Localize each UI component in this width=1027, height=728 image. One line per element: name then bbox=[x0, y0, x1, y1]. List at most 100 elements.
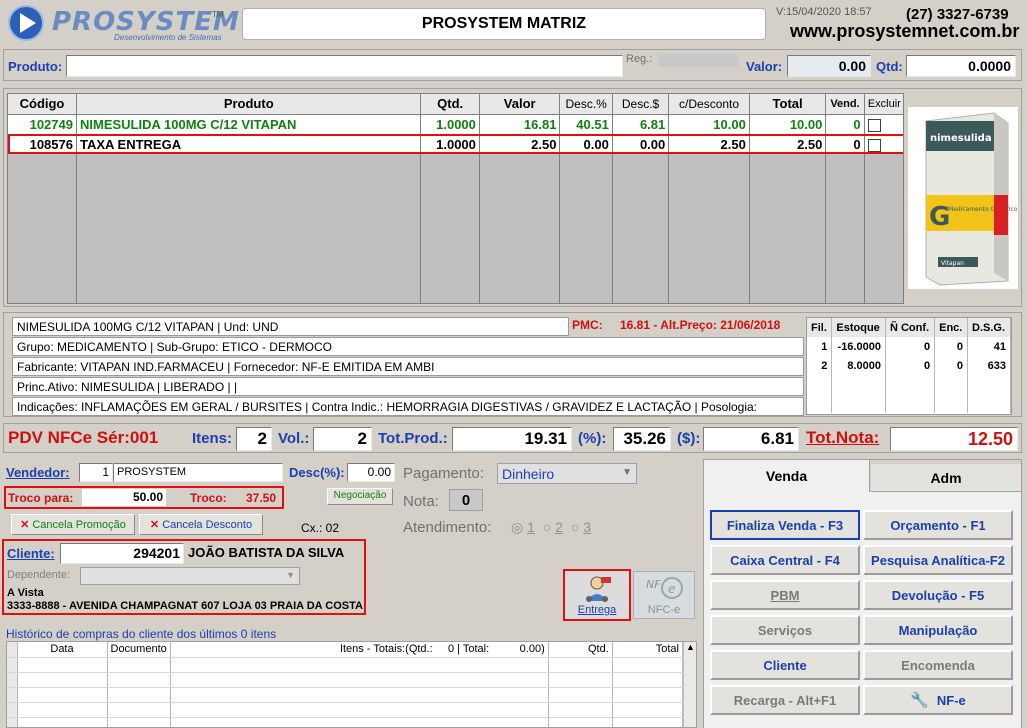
row-total: 10.00 bbox=[749, 114, 827, 134]
table-row bbox=[7, 657, 684, 673]
cancela-promocao-button[interactable]: ✕ Cancela Promoção bbox=[11, 514, 135, 535]
hist-col-total[interactable]: Total bbox=[612, 642, 684, 658]
cliente-code-input[interactable]: 294201 bbox=[60, 543, 184, 564]
produto-label: Produto: bbox=[8, 59, 63, 74]
cancel-x-icon: ✕ bbox=[20, 519, 30, 531]
chevron-down-icon: ▼ bbox=[286, 570, 295, 580]
desc-input[interactable]: 0.00 bbox=[347, 463, 395, 482]
recarga-button[interactable]: Recarga - Alt+F1 bbox=[710, 685, 860, 715]
col-codigo[interactable]: Código bbox=[8, 94, 77, 115]
troco-para-value[interactable]: 50.00 bbox=[82, 489, 166, 506]
row-total: 2.50 bbox=[749, 134, 827, 154]
atendimento-radio-3[interactable]: ○ 3 bbox=[571, 519, 591, 535]
itens-label: Itens: bbox=[192, 430, 233, 447]
excluir-checkbox[interactable] bbox=[867, 138, 881, 152]
pbm-button[interactable]: PBM bbox=[710, 580, 860, 610]
row-desc-val: 6.81 bbox=[612, 114, 670, 134]
vendedor-code-input[interactable]: 1 bbox=[79, 463, 113, 482]
pesquisa-analitica-button[interactable]: Pesquisa Analítica-F2 bbox=[863, 545, 1013, 575]
devolucao-button[interactable]: Devolução - F5 bbox=[863, 580, 1013, 610]
reg-label: Reg.: bbox=[626, 53, 653, 65]
col-produto[interactable]: Produto bbox=[76, 94, 422, 115]
hist-col-qtd[interactable]: Qtd. bbox=[548, 642, 613, 658]
row-valor: 16.81 bbox=[479, 114, 561, 134]
row-produto: TAXA ENTREGA bbox=[76, 134, 422, 154]
caixa-central-button[interactable]: Caixa Central - F4 bbox=[710, 545, 860, 575]
pmc-value: 16.81 - Alt.Preço: 21/06/2018 bbox=[620, 318, 781, 332]
atendimento-radio-2[interactable]: ○ 2 bbox=[543, 519, 563, 535]
info-line-4: Princ.Ativo: NIMESULIDA | LIBERADO | | bbox=[12, 377, 804, 396]
dependente-label: Dependente: bbox=[7, 569, 70, 581]
stock-nconf: 0 bbox=[885, 356, 936, 375]
table-row[interactable]: 102749 NIMESULIDA 100MG C/12 VITAPAN 1.0… bbox=[8, 114, 903, 134]
col-vend[interactable]: Vend. bbox=[825, 94, 865, 115]
cancela-desconto-button[interactable]: ✕ Cancela Desconto bbox=[139, 514, 263, 535]
troco-box: Troco para: 50.00 Troco: 37.50 bbox=[4, 486, 284, 509]
hist-col-data[interactable]: Data bbox=[17, 642, 108, 658]
pagamento-value: Dinheiro bbox=[502, 466, 555, 482]
row-excluir-cell bbox=[864, 134, 903, 154]
col-excluir[interactable]: Excluir bbox=[864, 94, 903, 115]
vendedor-label: Vendedor: bbox=[6, 465, 70, 480]
orcamento-button[interactable]: Orçamento - F1 bbox=[863, 510, 1013, 540]
col-desc-val[interactable]: Desc.$ bbox=[612, 94, 670, 115]
troco-label: Troco: bbox=[190, 491, 227, 505]
history-table: Data Documento Itens - Totais:(Qtd.: 0 |… bbox=[6, 641, 697, 728]
stock-row[interactable]: 2 8.0000 0 0 633 bbox=[807, 356, 1011, 375]
desc-label: Desc(%): bbox=[289, 465, 345, 480]
stock-estoque: 8.0000 bbox=[831, 356, 886, 375]
side-panel: Venda Adm Finaliza Venda - F3 Orçamento … bbox=[703, 459, 1022, 728]
col-total[interactable]: Total bbox=[749, 94, 827, 115]
servicos-button[interactable]: Serviços bbox=[710, 615, 860, 645]
table-row bbox=[7, 702, 684, 718]
excluir-checkbox[interactable] bbox=[867, 118, 881, 132]
nota-value[interactable]: 0 bbox=[449, 489, 483, 511]
pagamento-select[interactable]: Dinheiro ▼ bbox=[497, 463, 637, 484]
manipulacao-button[interactable]: Manipulação bbox=[863, 615, 1013, 645]
dependente-select[interactable]: ▼ bbox=[80, 567, 300, 585]
row-qtd: 1.0000 bbox=[420, 114, 480, 134]
pct-value: 35.26 bbox=[613, 427, 671, 451]
col-qtd[interactable]: Qtd. bbox=[420, 94, 480, 115]
entrega-button[interactable]: Entrega bbox=[563, 569, 631, 621]
itens-value: 2 bbox=[236, 427, 272, 451]
col-valor[interactable]: Valor bbox=[479, 94, 561, 115]
empty-rows bbox=[8, 154, 903, 303]
cliente-label: Cliente: bbox=[7, 546, 55, 561]
finaliza-venda-button[interactable]: Finaliza Venda - F3 bbox=[710, 510, 860, 540]
scroll-up-icon[interactable]: ▲ bbox=[686, 642, 695, 652]
logo: PROSYSTEM TM Desenvolvimento de Sistemas bbox=[4, 4, 239, 42]
valor-label: Valor: bbox=[746, 59, 783, 74]
stock-dsg: 633 bbox=[967, 356, 1011, 375]
entrega-label: Entrega bbox=[577, 604, 617, 616]
encomenda-button[interactable]: Encomenda bbox=[863, 650, 1013, 680]
totprod-value: 19.31 bbox=[452, 427, 572, 451]
tab-adm[interactable]: Adm bbox=[871, 464, 1021, 492]
cliente-button[interactable]: Cliente bbox=[710, 650, 860, 680]
history-scrollbar[interactable]: ▲ bbox=[683, 642, 696, 727]
hist-col-documento[interactable]: Documento bbox=[107, 642, 171, 658]
stock-fil: 2 bbox=[807, 356, 833, 375]
stock-col-enc: Enc. bbox=[934, 318, 969, 337]
valor-input[interactable]: 0.00 bbox=[787, 55, 871, 77]
history-title: Histórico de compras do cliente dos últi… bbox=[6, 627, 277, 641]
negociacao-button[interactable]: Negociação bbox=[327, 488, 393, 505]
table-row[interactable]: 108576 TAXA ENTREGA 1.0000 2.50 0.00 0.0… bbox=[8, 134, 903, 154]
totnota-label: Tot.Nota: bbox=[806, 428, 880, 447]
pct-label: (%): bbox=[578, 430, 607, 447]
hist-col-itens[interactable]: Itens - Totais:(Qtd.: 0 | Total: 0.00) bbox=[170, 642, 549, 658]
qtd-input[interactable]: 0.0000 bbox=[906, 55, 1016, 77]
col-desc-pct[interactable]: Desc.% bbox=[559, 94, 613, 115]
stock-row[interactable]: 1 -16.0000 0 0 41 bbox=[807, 337, 1011, 356]
produto-input[interactable] bbox=[66, 55, 623, 77]
vol-value: 2 bbox=[313, 427, 372, 451]
nfce-button[interactable]: NF e NFC-e bbox=[633, 571, 695, 619]
totals-bar: PDV NFCe Sér:001 Itens: 2 Vol.: 2 Tot.Pr… bbox=[3, 423, 1022, 453]
atendimento-radio-1[interactable]: ◎ 1 bbox=[511, 519, 535, 535]
nfe-label: NF-e bbox=[936, 692, 966, 708]
col-c-desc[interactable]: c/Desconto bbox=[668, 94, 750, 115]
side-buttons-area: Finaliza Venda - F3 Orçamento - F1 Caixa… bbox=[704, 492, 1021, 728]
logo-play-icon bbox=[8, 5, 44, 41]
nfe-button[interactable]: 🔧 NF-e bbox=[863, 685, 1013, 715]
tab-venda[interactable]: Venda bbox=[704, 460, 870, 492]
